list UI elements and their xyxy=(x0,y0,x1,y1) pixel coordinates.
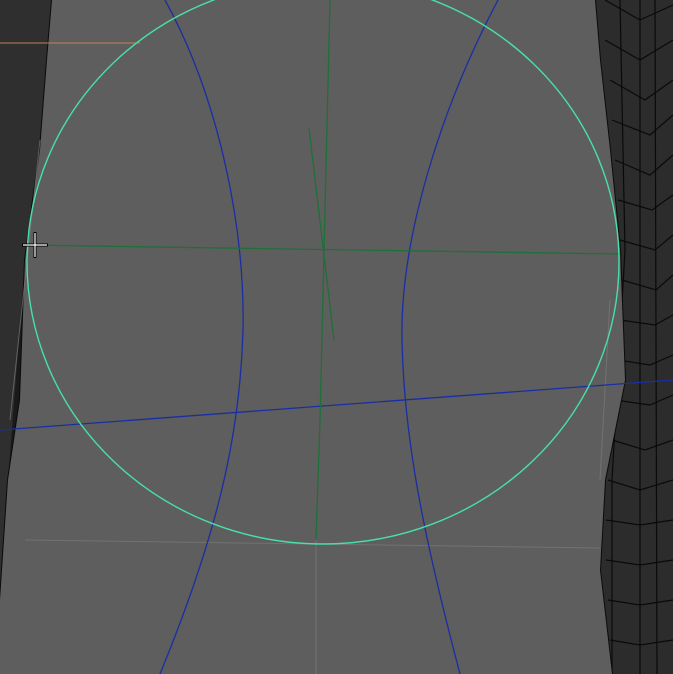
3d-viewport[interactable] xyxy=(0,0,673,674)
mesh-body-face xyxy=(0,0,625,674)
viewport-canvas[interactable] xyxy=(0,0,673,674)
